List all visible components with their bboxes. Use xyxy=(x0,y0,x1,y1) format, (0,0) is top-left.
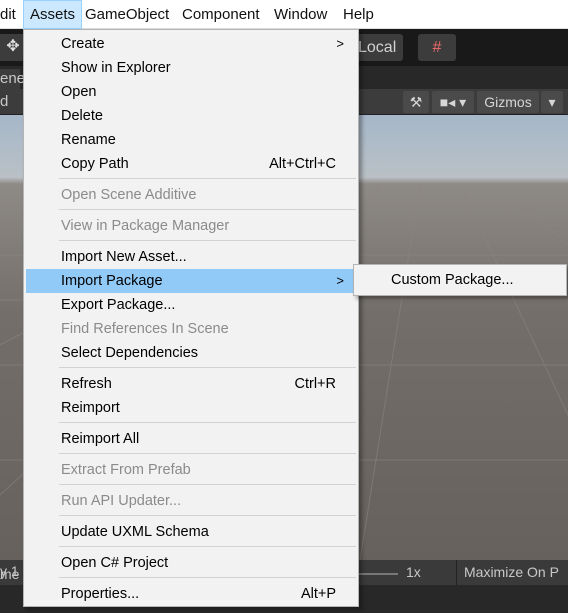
chevron-right-icon: > xyxy=(336,36,344,51)
menu-item-shortcut: Alt+P xyxy=(300,586,336,602)
menu-separator xyxy=(59,577,356,578)
menu-item-shortcut: Alt+Ctrl+C xyxy=(269,156,336,172)
menu-item-label: Create xyxy=(61,36,105,52)
menu-item-label: Open C# Project xyxy=(61,555,169,571)
menu-help[interactable]: Help xyxy=(343,0,374,29)
pivot-rotation-toggle[interactable]: Local xyxy=(355,34,403,61)
scale-value: 1x xyxy=(406,564,421,580)
shading-mode-dropdown[interactable]: d xyxy=(0,93,8,110)
menu-item-label: Custom Package... xyxy=(391,272,514,288)
menu-item-label: Update UXML Schema xyxy=(61,524,209,540)
menu-bar: dit Assets GameObject Component Window H… xyxy=(0,0,568,29)
menu-item-label: Import New Asset... xyxy=(61,249,187,265)
menu-item-label: Open Scene Additive xyxy=(61,187,197,203)
scale-slider[interactable] xyxy=(356,573,398,575)
menu-window[interactable]: Window xyxy=(274,0,327,29)
menu-separator xyxy=(59,367,356,368)
menu-item-delete[interactable]: Delete xyxy=(26,104,356,128)
menu-edit[interactable]: dit xyxy=(0,0,16,29)
camera-icon[interactable]: ■◂ ▾ xyxy=(432,91,474,113)
import-package-submenu: Custom Package... xyxy=(353,264,567,296)
menu-item-label: Select Dependencies xyxy=(61,345,199,361)
menu-item-label: Refresh xyxy=(61,376,112,392)
menu-item-label: Extract From Prefab xyxy=(61,462,191,478)
menu-item-open-csharp-project[interactable]: Open C# Project xyxy=(26,551,356,575)
menu-component[interactable]: Component xyxy=(182,0,260,29)
menu-item-shortcut: Ctrl+R xyxy=(294,376,337,392)
menu-item-select-dependencies[interactable]: Select Dependencies xyxy=(26,341,356,365)
menu-item-label: Show in Explorer xyxy=(61,60,171,76)
menu-item-open[interactable]: Open xyxy=(26,80,356,104)
menu-separator xyxy=(59,178,356,179)
menu-item-update-uxml-schema[interactable]: Update UXML Schema xyxy=(26,520,356,544)
assets-menu: Create > Show in Explorer Open Delete Re… xyxy=(23,29,359,607)
menu-item-label: Import Package xyxy=(61,273,163,289)
menu-item-view-in-package-manager: View in Package Manager xyxy=(26,214,356,238)
menu-separator xyxy=(59,422,356,423)
menu-item-import-package[interactable]: Import Package > xyxy=(26,269,356,293)
tab-scene[interactable]: ene xyxy=(0,69,25,89)
gizmos-label: Gizmos xyxy=(484,94,532,110)
menu-gameobject[interactable]: GameObject xyxy=(85,0,169,29)
menu-item-reimport[interactable]: Reimport xyxy=(26,396,356,420)
menu-item-label: Open xyxy=(61,84,97,100)
menu-item-label: Run API Updater... xyxy=(61,493,182,509)
menu-item-properties[interactable]: Properties... Alt+P xyxy=(26,582,356,606)
menu-item-import-new-asset[interactable]: Import New Asset... xyxy=(26,245,356,269)
tools-icon[interactable]: ⚒ xyxy=(403,91,429,113)
menu-item-label: Properties... xyxy=(61,586,140,602)
menu-item-label: Reimport xyxy=(61,400,120,416)
menu-separator xyxy=(59,453,356,454)
menu-item-label: Reimport All xyxy=(61,431,140,447)
menu-item-run-api-updater: Run API Updater... xyxy=(26,489,356,513)
menu-item-reimport-all[interactable]: Reimport All xyxy=(26,427,356,451)
menu-item-label: View in Package Manager xyxy=(61,218,230,234)
menu-item-find-references-in-scene: Find References In Scene xyxy=(26,317,356,341)
menu-item-export-package[interactable]: Export Package... xyxy=(26,293,356,317)
menu-item-copy-path[interactable]: Copy Path Alt+Ctrl+C xyxy=(26,152,356,176)
menu-item-label: Find References In Scene xyxy=(61,321,229,337)
menu-item-label: Delete xyxy=(61,108,103,124)
pivot-rotation-label: Local xyxy=(358,39,397,56)
menu-item-custom-package[interactable]: Custom Package... xyxy=(356,268,564,292)
menu-item-label: Export Package... xyxy=(61,297,176,313)
menu-item-extract-from-prefab: Extract From Prefab xyxy=(26,458,356,482)
chevron-right-icon: > xyxy=(336,273,344,288)
menu-separator xyxy=(59,209,356,210)
menu-item-show-in-explorer[interactable]: Show in Explorer xyxy=(26,56,356,80)
maximize-on-play-label: Maximize On P xyxy=(464,564,559,580)
maximize-on-play-toggle[interactable]: Maximize On P xyxy=(456,560,568,585)
grid-snap-icon[interactable]: # xyxy=(418,34,456,61)
menu-item-label: Copy Path xyxy=(61,156,129,172)
gizmos-dropdown-icon[interactable]: ▾ xyxy=(541,91,563,113)
display-dropdown[interactable]: y 1 xyxy=(0,563,19,579)
menu-separator xyxy=(59,240,356,241)
menu-item-label: Rename xyxy=(61,132,116,148)
menu-assets[interactable]: Assets xyxy=(23,0,83,29)
menu-item-create[interactable]: Create > xyxy=(26,32,356,56)
gizmos-button[interactable]: Gizmos xyxy=(477,91,539,113)
menu-item-rename[interactable]: Rename xyxy=(26,128,356,152)
menu-item-open-scene-additive: Open Scene Additive xyxy=(26,183,356,207)
menu-separator xyxy=(59,484,356,485)
menu-separator xyxy=(59,546,356,547)
menu-separator xyxy=(59,515,356,516)
menu-item-refresh[interactable]: Refresh Ctrl+R xyxy=(26,372,356,396)
